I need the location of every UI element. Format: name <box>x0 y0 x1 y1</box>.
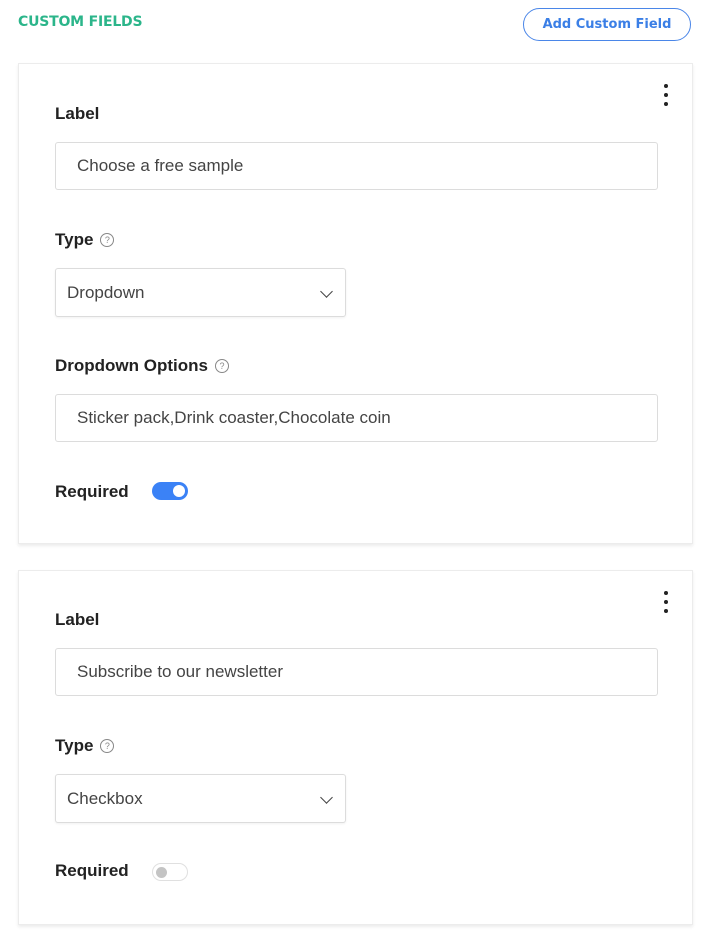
chevron-down-icon <box>320 791 333 804</box>
label-input[interactable]: Subscribe to our newsletter <box>55 648 658 696</box>
custom-field-card: Label Choose a free sample Type ? Dropdo… <box>18 63 693 544</box>
add-custom-field-button[interactable]: Add Custom Field <box>523 8 691 41</box>
help-icon[interactable]: ? <box>214 359 229 373</box>
label-heading: Label <box>55 104 99 124</box>
type-heading-text: Type <box>55 736 94 755</box>
label-heading-text: Label <box>55 104 100 123</box>
label-heading: Label <box>55 610 99 630</box>
dropdown-options-heading: Dropdown Options ? <box>55 356 229 376</box>
dropdown-options-input[interactable]: Sticker pack,Drink coaster,Chocolate coi… <box>55 394 658 442</box>
type-heading: Type ? <box>55 230 115 250</box>
more-options-icon[interactable] <box>662 84 670 106</box>
more-options-icon[interactable] <box>662 591 670 613</box>
label-input-value: Choose a free sample <box>77 156 244 175</box>
required-toggle[interactable] <box>152 863 188 881</box>
help-icon[interactable]: ? <box>100 233 115 247</box>
required-heading: Required <box>55 482 129 502</box>
type-select-value: Dropdown <box>67 282 145 302</box>
required-heading: Required <box>55 861 129 881</box>
type-select[interactable]: Checkbox <box>55 774 346 823</box>
label-heading-text: Label <box>55 610 100 629</box>
custom-field-card: Label Subscribe to our newsletter Type ?… <box>18 570 693 925</box>
type-heading: Type ? <box>55 736 115 756</box>
type-heading-text: Type <box>55 230 94 249</box>
label-input-value: Subscribe to our newsletter <box>77 662 283 681</box>
chevron-down-icon <box>320 285 333 298</box>
required-toggle[interactable] <box>152 482 188 500</box>
required-heading-text: Required <box>55 861 129 880</box>
dropdown-options-heading-text: Dropdown Options <box>55 356 208 375</box>
type-select-value: Checkbox <box>67 788 143 808</box>
custom-fields-header: CUSTOM FIELDS Add Custom Field <box>0 0 708 56</box>
help-icon[interactable]: ? <box>100 739 115 753</box>
dropdown-options-value: Sticker pack,Drink coaster,Chocolate coi… <box>77 408 391 427</box>
toggle-knob <box>156 867 167 878</box>
label-input[interactable]: Choose a free sample <box>55 142 658 190</box>
type-select[interactable]: Dropdown <box>55 268 346 317</box>
section-title: CUSTOM FIELDS <box>18 14 143 30</box>
toggle-knob <box>173 485 185 497</box>
required-heading-text: Required <box>55 482 129 501</box>
